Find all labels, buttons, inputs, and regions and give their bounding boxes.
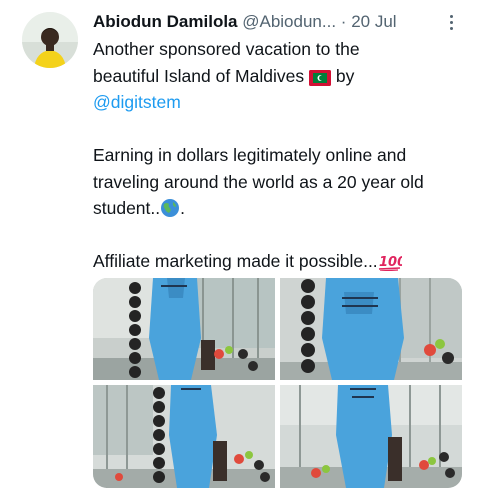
tweet-header: Abiodun Damilola @Abiodun... · 20 Jul [93,10,433,34]
text-line-2-end: by [335,65,355,86]
text-line: Earning in dollars legitimately online a… [93,142,463,169]
mention-link[interactable]: @digitstem [93,92,181,112]
globe-icon [161,199,180,217]
photo-image [280,278,462,380]
avatar[interactable] [22,12,78,68]
text-line: traveling around the world as a 20 year … [93,169,463,196]
tweet: Abiodun Damilola @Abiodun... · 20 Jul An… [0,0,480,490]
header-separator: · [340,12,347,31]
media-photo-1[interactable] [93,278,275,380]
text-line-7: Affiliate marketing made it possible... [93,251,378,271]
text-line: student.. . [93,195,463,222]
tweet-media-grid [93,278,462,488]
text-line: @digitstem [93,89,463,116]
photo-image [280,385,462,488]
text-line: Affiliate marketing made it possible... … [93,248,463,275]
media-photo-3[interactable] [93,385,275,488]
text-line: Another sponsored vacation to the [93,36,463,63]
tweet-date[interactable]: 20 Jul [351,12,396,31]
text-line-6-end: . [180,198,186,218]
more-options-icon[interactable] [441,10,461,34]
text-line-2: beautiful Island of Maldives [93,65,305,86]
text-line-1: Another sponsored vacation to the [93,39,360,59]
author-name[interactable]: Abiodun Damilola [93,12,238,31]
photo-image [93,385,275,488]
text-line-5: traveling around the world as a 20 year … [93,171,424,192]
hundred-points-icon: 100 [378,255,402,271]
maldives-flag-icon [308,69,331,86]
text-line-6: student.. [93,198,161,218]
text-line: beautiful Island of Maldives by [93,63,463,90]
media-photo-2[interactable] [280,278,462,380]
text-line-4: Earning in dollars legitimately online a… [93,145,407,165]
media-photo-4[interactable] [280,385,462,488]
author-handle[interactable]: @Abiodun... [242,12,336,31]
tweet-text: Another sponsored vacation to the beauti… [93,36,463,275]
avatar-photo [22,12,78,68]
photo-image [93,278,275,380]
